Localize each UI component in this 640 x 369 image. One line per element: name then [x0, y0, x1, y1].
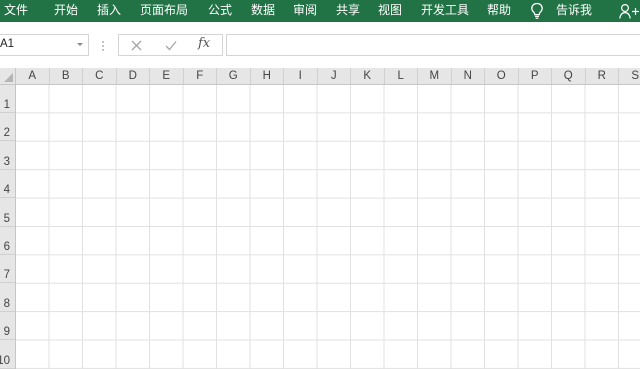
tab-help[interactable]: 帮助	[487, 0, 511, 22]
check-icon[interactable]	[165, 40, 177, 51]
row-header[interactable]: 7	[0, 255, 15, 284]
column-header[interactable]: D	[117, 68, 150, 84]
column-header[interactable]: H	[251, 68, 284, 84]
row-header[interactable]: 1	[0, 85, 15, 113]
column-header[interactable]: L	[385, 68, 418, 84]
row-header[interactable]: 9	[0, 312, 15, 341]
tab-formulas[interactable]: 公式	[208, 0, 232, 22]
row-header[interactable]: 4	[0, 170, 15, 199]
name-box[interactable]: A1	[0, 34, 89, 56]
cell-grid[interactable]	[16, 85, 640, 369]
row-number: 5	[3, 212, 10, 225]
column-header[interactable]: E	[150, 68, 184, 84]
row-header[interactable]: 6	[0, 227, 15, 255]
person-share-icon[interactable]	[619, 3, 640, 19]
select-all-triangle-icon	[4, 73, 13, 82]
column-header[interactable]: P	[519, 68, 552, 84]
tab-home[interactable]: 开始	[54, 0, 78, 22]
row-header[interactable]: 3	[0, 142, 15, 170]
column-header[interactable]: N	[452, 68, 485, 84]
column-header[interactable]: Q	[552, 68, 586, 84]
tell-me-search[interactable]: 告诉我	[556, 0, 592, 22]
row-number: 10	[0, 354, 10, 367]
insert-function-icon[interactable]: fx	[198, 36, 210, 51]
chevron-down-icon[interactable]	[77, 43, 83, 46]
tab-page-layout[interactable]: 页面布局	[140, 0, 188, 22]
column-header[interactable]: O	[485, 68, 519, 84]
column-header[interactable]: I	[284, 68, 318, 84]
name-box-value: A1	[0, 38, 15, 50]
tab-review[interactable]: 审阅	[293, 0, 317, 22]
tab-data[interactable]: 数据	[251, 0, 275, 22]
row-number: 9	[3, 326, 10, 339]
row-number: 8	[3, 297, 10, 310]
formula-bar-row: A1 fx	[0, 22, 640, 69]
row-number: 7	[3, 269, 10, 282]
row-headers: 1 2 3 4 5 6 7 8 9 10	[0, 85, 16, 369]
row-header[interactable]: 8	[0, 284, 15, 312]
column-header[interactable]: A	[16, 68, 50, 84]
column-header[interactable]: G	[217, 68, 251, 84]
tab-share[interactable]: 共享	[336, 0, 360, 22]
column-header[interactable]: K	[351, 68, 385, 84]
row-header[interactable]: 5	[0, 199, 15, 227]
column-header[interactable]: S	[619, 68, 640, 84]
row-number: 2	[3, 127, 10, 140]
column-header[interactable]: F	[184, 68, 217, 84]
formula-buttons: fx	[118, 34, 223, 56]
tab-view[interactable]: 视图	[378, 0, 402, 22]
row-header[interactable]: 2	[0, 113, 15, 142]
tab-developer[interactable]: 开发工具	[421, 0, 469, 22]
column-header[interactable]: M	[418, 68, 452, 84]
tab-file[interactable]: 文件	[4, 0, 28, 22]
column-header[interactable]: R	[586, 68, 619, 84]
row-number: 1	[3, 99, 10, 111]
worksheet-grid: A B C D E F G H I J K L M N O P Q R S 1 …	[0, 68, 640, 369]
row-number: 6	[3, 241, 10, 253]
formula-input[interactable]	[226, 34, 640, 56]
row-number: 3	[3, 155, 10, 168]
close-icon[interactable]	[131, 40, 142, 51]
column-headers: A B C D E F G H I J K L M N O P Q R S	[16, 68, 640, 85]
column-header[interactable]: C	[83, 68, 117, 84]
tab-insert[interactable]: 插入	[97, 0, 121, 22]
row-header[interactable]: 10	[0, 341, 15, 369]
ribbon-tab-bar: 文件 开始 插入 页面布局 公式 数据 审阅 共享 视图 开发工具 帮助 告诉我	[0, 0, 640, 22]
lightbulb-icon[interactable]	[530, 2, 544, 20]
select-all-button[interactable]	[0, 68, 16, 85]
column-header[interactable]: J	[318, 68, 351, 84]
column-header[interactable]: B	[50, 68, 83, 84]
row-number: 4	[3, 184, 10, 197]
grip-dots-icon[interactable]	[101, 40, 105, 52]
